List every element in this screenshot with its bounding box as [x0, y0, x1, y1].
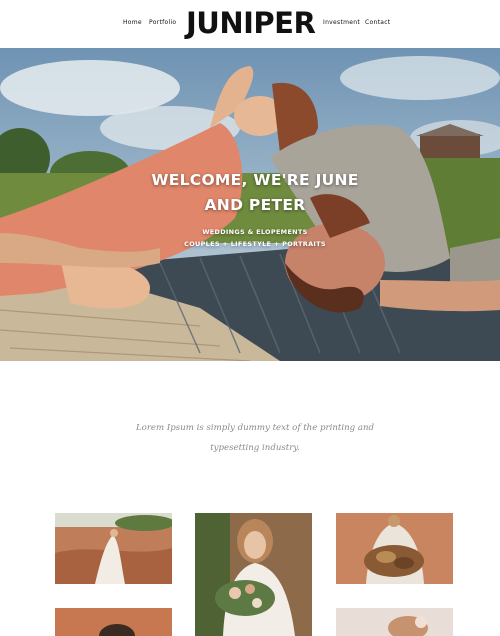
hero-title-line1: WELCOME, WE'RE JUNE [151, 171, 359, 189]
hero-title-line2: AND PETER [204, 196, 306, 214]
gallery-photo-desert-bride[interactable] [55, 513, 172, 584]
nav-home-link[interactable]: Home [123, 19, 142, 26]
nav-portfolio-link[interactable]: Portfolio [149, 19, 176, 26]
hero-text-block: WELCOME, WE'RE JUNE AND PETER WEDDINGS &… [130, 168, 380, 249]
hero-banner: WELCOME, WE'RE JUNE AND PETER WEDDINGS &… [0, 48, 500, 361]
nav-contact-link[interactable]: Contact [365, 19, 390, 26]
gallery-photo-bride-bouquet[interactable] [195, 513, 312, 636]
nav-investment-link[interactable]: Investment [323, 19, 360, 26]
gallery-photo-bottom-left[interactable] [55, 608, 172, 636]
intro-line1: Lorem Ipsum is simply dummy text of the … [135, 423, 375, 433]
intro-line2: typesetting industry. [210, 443, 300, 453]
hero-subtitle-services: COUPLES + LIFESTYLE + PORTRAITS [184, 240, 326, 248]
intro-text: Lorem Ipsum is simply dummy text of the … [120, 418, 390, 458]
hero-subtitle-weddings: WEDDINGS & ELOPEMENTS [202, 228, 308, 236]
hero-title: WELCOME, WE'RE JUNE AND PETER [130, 168, 380, 218]
site-header: Home Portfolio JUNIPER Investment Contac… [0, 0, 500, 48]
gallery-photo-bottom-right[interactable] [336, 608, 453, 636]
site-logo[interactable]: JUNIPER [186, 6, 316, 40]
gallery-photo-dried-bouquet[interactable] [336, 513, 453, 584]
